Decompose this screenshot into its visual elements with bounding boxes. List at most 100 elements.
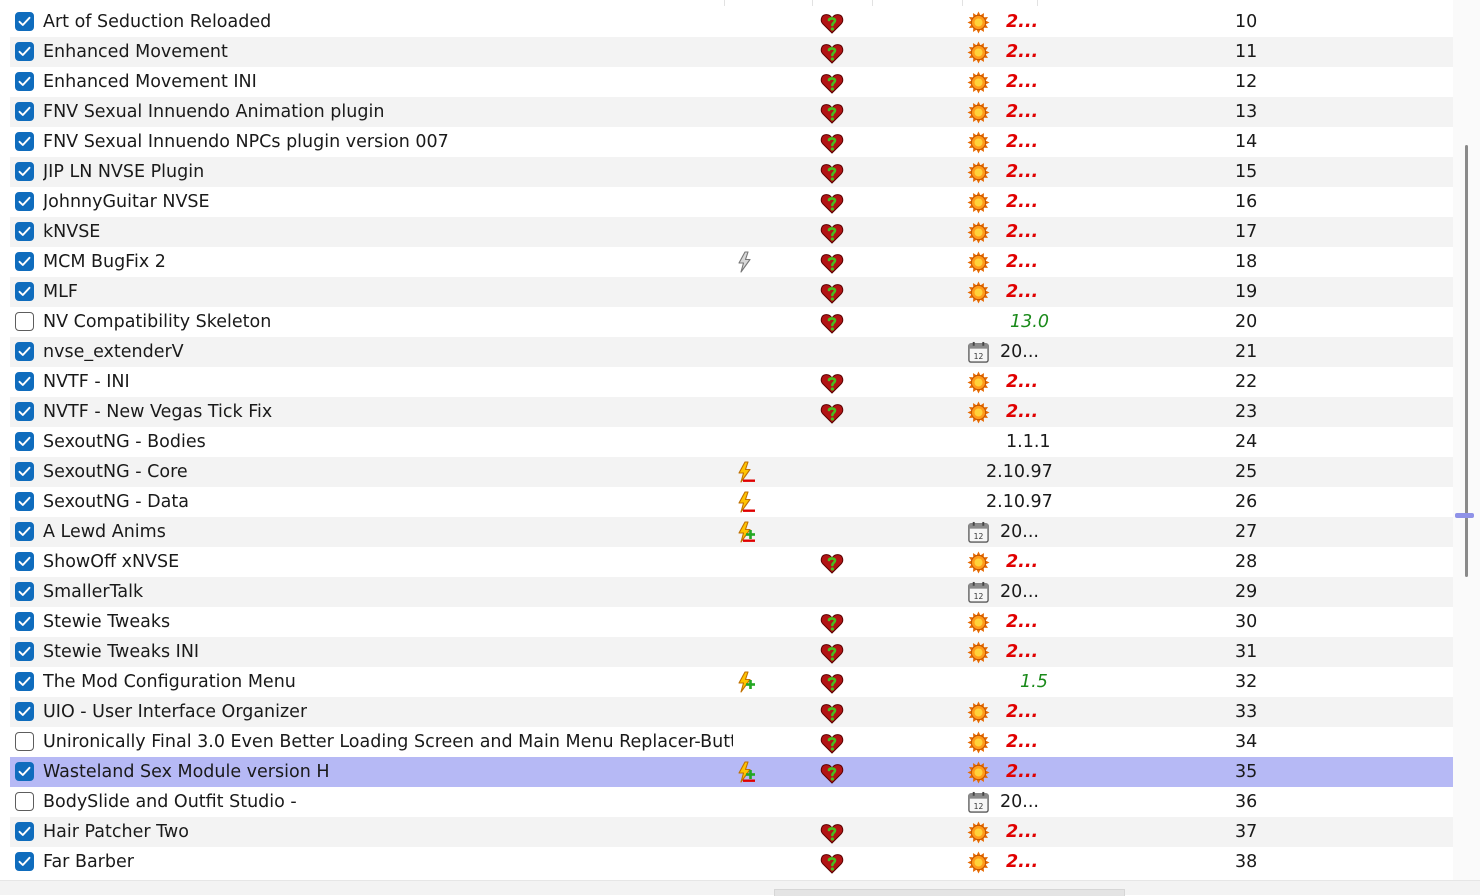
- mod-row[interactable]: BodySlide and Outfit Studio - 12 20... 36: [10, 787, 1453, 817]
- mod-row[interactable]: MCM BugFix 2 2... 18: [10, 247, 1453, 277]
- mod-priority: 13: [1235, 102, 1258, 122]
- mod-priority: 14: [1235, 132, 1258, 152]
- mod-row[interactable]: Enhanced Movement 2... 11: [10, 37, 1453, 67]
- mod-row[interactable]: kNVSE 2... 17: [10, 217, 1453, 247]
- mod-row[interactable]: SexoutNG - Core 2.10.97 25: [10, 457, 1453, 487]
- horizontal-scroll-thumb[interactable]: [774, 889, 1125, 896]
- mod-row[interactable]: Hair Patcher Two 2... 37: [10, 817, 1453, 847]
- mod-enabled-checkbox[interactable]: [15, 12, 34, 31]
- mod-enabled-checkbox[interactable]: [15, 462, 34, 481]
- outdated-warning-icon: [967, 641, 990, 664]
- mod-priority: 19: [1235, 282, 1258, 302]
- mod-row[interactable]: Art of Seduction Reloaded 2... 10: [10, 7, 1453, 37]
- mod-enabled-checkbox[interactable]: [15, 612, 34, 631]
- mod-row[interactable]: Far Barber 2... 38: [10, 847, 1453, 877]
- mod-priority: 34: [1235, 732, 1258, 752]
- mod-enabled-checkbox[interactable]: [15, 342, 34, 361]
- mod-row[interactable]: SexoutNG - Data 2.10.97 26: [10, 487, 1453, 517]
- mod-enabled-checkbox[interactable]: [15, 42, 34, 61]
- mod-enabled-checkbox[interactable]: [15, 582, 34, 601]
- mod-enabled-checkbox[interactable]: [15, 402, 34, 421]
- mod-priority: 32: [1235, 672, 1258, 692]
- mod-row[interactable]: NVTF - New Vegas Tick Fix 2... 23: [10, 397, 1453, 427]
- mod-row[interactable]: FNV Sexual Innuendo NPCs plugin version …: [10, 127, 1453, 157]
- mod-version: 2...: [1006, 12, 1039, 32]
- endorsement-heart-icon: [820, 761, 844, 785]
- mod-version: 2...: [1006, 102, 1039, 122]
- mod-enabled-checkbox[interactable]: [15, 192, 34, 211]
- mod-enabled-checkbox[interactable]: [15, 132, 34, 151]
- mod-row[interactable]: Stewie Tweaks INI 2... 31: [10, 637, 1453, 667]
- mod-row[interactable]: ShowOff xNVSE 2... 28: [10, 547, 1453, 577]
- mod-enabled-checkbox[interactable]: [15, 552, 34, 571]
- mod-enabled-checkbox[interactable]: [15, 822, 34, 841]
- mod-enabled-checkbox[interactable]: [15, 102, 34, 121]
- endorsement-heart-icon: [820, 731, 844, 755]
- mod-name: MCM BugFix 2: [43, 252, 166, 272]
- outdated-warning-icon: [967, 221, 990, 244]
- svg-text:12: 12: [974, 592, 984, 601]
- mod-row[interactable]: SexoutNG - Bodies 1.1.1 24: [10, 427, 1453, 457]
- endorsement-heart-icon: [820, 71, 844, 95]
- outdated-warning-icon: [967, 41, 990, 64]
- mod-row[interactable]: FNV Sexual Innuendo Animation plugin 2...…: [10, 97, 1453, 127]
- mod-enabled-checkbox[interactable]: [15, 282, 34, 301]
- mod-row[interactable]: JIP LN NVSE Plugin 2... 15: [10, 157, 1453, 187]
- mod-enabled-checkbox[interactable]: [15, 852, 34, 871]
- mod-enabled-checkbox[interactable]: [15, 222, 34, 241]
- endorsement-heart-icon: [820, 821, 844, 845]
- outdated-warning-icon: [967, 191, 990, 214]
- mod-enabled-checkbox[interactable]: [15, 72, 34, 91]
- mod-enabled-checkbox[interactable]: [15, 702, 34, 721]
- mod-enabled-checkbox[interactable]: [15, 762, 34, 781]
- mod-row[interactable]: NV Compatibility Skeleton 13.0 20: [10, 307, 1453, 337]
- mod-version: 2...: [1006, 402, 1039, 422]
- mod-row[interactable]: JohnnyGuitar NVSE 2... 16: [10, 187, 1453, 217]
- mod-priority: 11: [1235, 42, 1258, 62]
- outdated-warning-icon: [967, 71, 990, 94]
- mod-enabled-checkbox[interactable]: [15, 372, 34, 391]
- mod-enabled-checkbox[interactable]: [15, 732, 34, 751]
- mod-name: A Lewd Anims: [43, 522, 166, 542]
- column-separator: [872, 0, 873, 6]
- calendar-icon: 12: [967, 341, 990, 364]
- mod-row[interactable]: The Mod Configuration Menu 1.5 32: [10, 667, 1453, 697]
- horizontal-scrollbar[interactable]: [0, 880, 1480, 896]
- mod-version: 2...: [1006, 702, 1039, 722]
- mod-row[interactable]: Stewie Tweaks 2... 30: [10, 607, 1453, 637]
- outdated-warning-icon: [967, 701, 990, 724]
- mod-enabled-checkbox[interactable]: [15, 312, 34, 331]
- mod-enabled-checkbox[interactable]: [15, 432, 34, 451]
- mod-enabled-checkbox[interactable]: [15, 492, 34, 511]
- mod-row[interactable]: NVTF - INI 2... 22: [10, 367, 1453, 397]
- mod-enabled-checkbox[interactable]: [15, 792, 34, 811]
- mod-name: MLF: [43, 282, 78, 302]
- mod-priority: 27: [1235, 522, 1258, 542]
- mod-enabled-checkbox[interactable]: [15, 522, 34, 541]
- mod-name: Enhanced Movement: [43, 42, 228, 62]
- mod-enabled-checkbox[interactable]: [15, 642, 34, 661]
- mod-priority: 38: [1235, 852, 1258, 872]
- mod-row[interactable]: MLF 2... 19: [10, 277, 1453, 307]
- mod-row[interactable]: SmallerTalk 12 20... 29: [10, 577, 1453, 607]
- mod-row[interactable]: Enhanced Movement INI 2... 12: [10, 67, 1453, 97]
- mod-priority: 37: [1235, 822, 1258, 842]
- outdated-warning-icon: [967, 131, 990, 154]
- mod-row[interactable]: nvse_extenderV 12 20... 21: [10, 337, 1453, 367]
- calendar-icon: 12: [967, 791, 990, 814]
- mod-row[interactable]: Unironically Final 3.0 Even Better Loadi…: [10, 727, 1453, 757]
- mod-name: Art of Seduction Reloaded: [43, 12, 272, 32]
- outdated-warning-icon: [967, 101, 990, 124]
- mod-version: 20...: [1000, 522, 1039, 542]
- vertical-scrollbar[interactable]: [1453, 0, 1480, 880]
- mod-row[interactable]: Wasteland Sex Module version H 2... 35: [10, 757, 1453, 787]
- mod-name: UIO - User Interface Organizer: [43, 702, 308, 722]
- mod-enabled-checkbox[interactable]: [15, 672, 34, 691]
- mod-row[interactable]: UIO - User Interface Organizer 2... 33: [10, 697, 1453, 727]
- mod-enabled-checkbox[interactable]: [15, 162, 34, 181]
- mod-enabled-checkbox[interactable]: [15, 252, 34, 271]
- mod-name: NVTF - INI: [43, 372, 130, 392]
- mod-name: Stewie Tweaks INI: [43, 642, 200, 662]
- conflict-grey-icon: [734, 251, 756, 273]
- mod-row[interactable]: A Lewd Anims 12 20... 27: [10, 517, 1453, 547]
